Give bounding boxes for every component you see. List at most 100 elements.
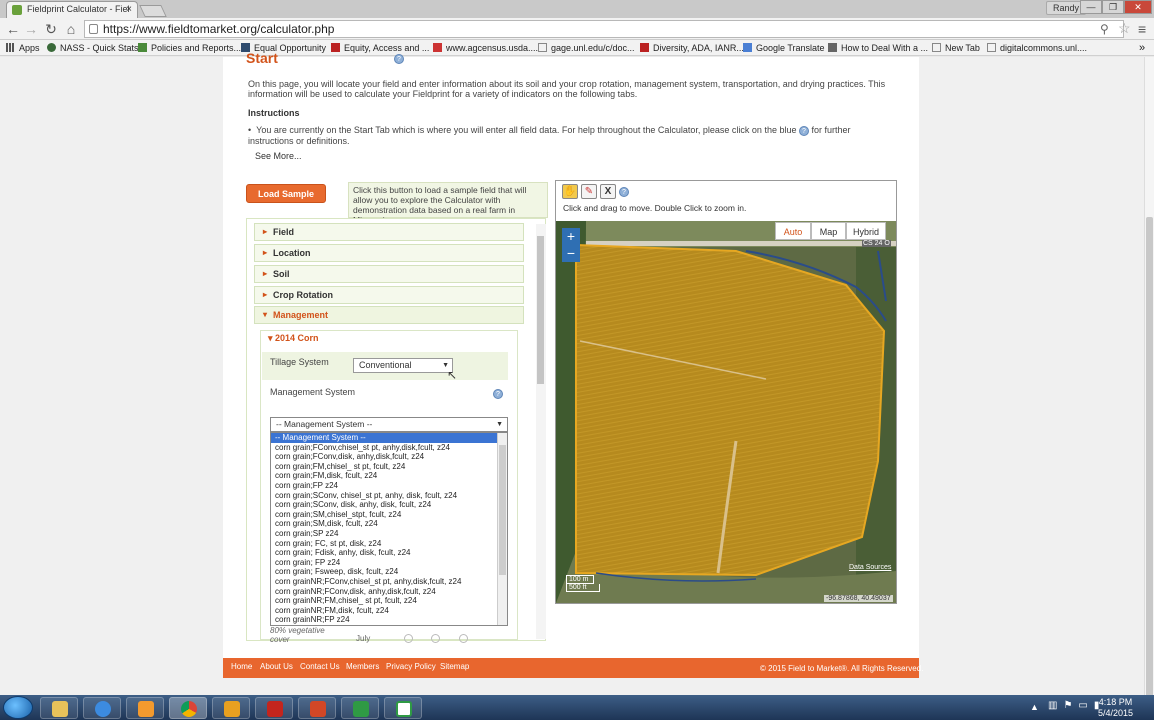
option-item[interactable]: corn grainNR;FM,disk, fcult, z24	[271, 606, 507, 616]
map-type-hybrid[interactable]: Hybrid	[846, 222, 886, 240]
section-soil[interactable]: ▸ Soil	[254, 265, 524, 283]
tillage-select[interactable]: Conventional ▼	[353, 358, 453, 373]
footer-link-privacy[interactable]: Privacy Policy	[386, 662, 436, 671]
footer-link-contact[interactable]: Contact Us	[300, 662, 340, 671]
option-item[interactable]: corn grainNR;FConv,chisel_st pt, anhy,di…	[271, 577, 507, 587]
management-options-list[interactable]: -- Management System -- corn grain;FConv,…	[270, 432, 508, 626]
browser-tab[interactable]: Fieldprint Calculator - Fiel ×	[6, 1, 138, 18]
option-item[interactable]: corn grain; Fsweep, disk, fcult, z24	[271, 567, 507, 577]
tray-expand-icon[interactable]: ▲	[1030, 702, 1039, 712]
map-imagery[interactable]	[556, 221, 896, 603]
option-item[interactable]: corn grain;FM,chisel_ st pt, fcult, z24	[271, 462, 507, 472]
option-item[interactable]: corn grain;SM,disk, fcult, z24	[271, 519, 507, 529]
options-scrollbar[interactable]	[497, 433, 507, 625]
option-item[interactable]: corn grain;FM,disk, fcult, z24	[271, 471, 507, 481]
bookmark-icon	[331, 43, 340, 52]
section-field[interactable]: ▸ Field	[254, 223, 524, 241]
bookmark-item[interactable]: digitalcommons.unl....	[987, 42, 1087, 54]
acrobat-taskbar-button[interactable]	[255, 697, 293, 719]
option-item[interactable]: corn grain;FP z24	[271, 481, 507, 491]
radio-option[interactable]	[431, 634, 440, 643]
bookmark-item[interactable]: Diversity, ADA, IANR...	[640, 42, 744, 54]
bookmark-star-icon[interactable]: ☆	[1118, 20, 1131, 37]
start-button[interactable]	[3, 696, 33, 719]
help-icon[interactable]: ?	[493, 389, 503, 399]
scrollbar-thumb[interactable]	[537, 236, 544, 384]
section-crop-rotation[interactable]: ▸ Crop Rotation	[254, 286, 524, 304]
bookmark-item[interactable]: Google Translate	[743, 42, 825, 54]
option-item[interactable]: corn grain;SP z24	[271, 529, 507, 539]
explorer-taskbar-button[interactable]	[40, 697, 78, 719]
help-icon[interactable]: ?	[394, 54, 404, 64]
zoom-in-button[interactable]: +	[562, 228, 580, 246]
radio-option[interactable]	[459, 634, 468, 643]
forward-icon[interactable]: →	[22, 22, 40, 36]
option-item[interactable]: -- Management System --	[271, 433, 507, 443]
footer-link-about[interactable]: About Us	[260, 662, 293, 671]
option-item[interactable]: corn grain;FConv,chisel_st pt, anhy,disk…	[271, 443, 507, 453]
road-label: CS 24 O	[862, 240, 891, 247]
help-icon[interactable]: ?	[619, 187, 629, 197]
option-item[interactable]: corn grain; FP z24	[271, 558, 507, 568]
scrollbar-thumb[interactable]	[499, 445, 506, 575]
reload-icon[interactable]: ↻	[42, 22, 60, 36]
footer-link-members[interactable]: Members	[346, 662, 379, 671]
maximize-button[interactable]: ❐	[1102, 0, 1124, 14]
draw-polygon-icon[interactable]: ✎	[581, 184, 597, 199]
option-item[interactable]: corn grain;FConv,disk, anhy,disk,fcult, …	[271, 452, 507, 462]
option-item[interactable]: corn grainNR;FM,chisel_ st pt, fcult, z2…	[271, 596, 507, 606]
zoom-out-button[interactable]: −	[562, 246, 580, 262]
clear-x-button[interactable]: X	[600, 184, 616, 199]
pan-hand-icon[interactable]: ✋	[562, 184, 578, 199]
home-icon[interactable]: ⌂	[62, 22, 80, 36]
bookmark-item[interactable]: Equity, Access and ...	[331, 42, 429, 54]
data-sources-link[interactable]: Data Sources	[849, 564, 891, 571]
bookmark-apps[interactable]: Apps	[6, 42, 40, 54]
menu-icon[interactable]: ≡	[1138, 21, 1146, 37]
bookmark-item[interactable]: www.agcensus.usda....	[433, 42, 538, 54]
map-type-map[interactable]: Map	[811, 222, 846, 240]
outlook-taskbar-button[interactable]	[212, 697, 250, 719]
back-icon[interactable]: ←	[4, 22, 22, 36]
more-bookmarks-icon[interactable]: »	[1139, 42, 1145, 54]
option-item[interactable]: corn grain; Fdisk, anhy, disk, fcult, z2…	[271, 548, 507, 558]
minimize-button[interactable]: —	[1080, 0, 1102, 14]
accordion-scrollbar[interactable]	[536, 224, 546, 639]
media-taskbar-button[interactable]	[126, 697, 164, 719]
recorder-taskbar-button[interactable]	[384, 697, 422, 719]
address-bar[interactable]: https://www.fieldtomarket.org/calculator…	[84, 20, 1124, 38]
footer-link-home[interactable]: Home	[231, 662, 252, 671]
option-item[interactable]: corn grainNR;FConv,disk, anhy,disk,fcult…	[271, 587, 507, 597]
taskbar-clock[interactable]: 4:18 PM 5/4/2015	[1098, 697, 1133, 719]
close-tab-icon[interactable]: ×	[126, 2, 132, 17]
see-more-link[interactable]: See More...	[255, 151, 302, 161]
section-management[interactable]: ▾ Management	[254, 306, 524, 324]
bookmark-item[interactable]: NASS - Quick Stats	[47, 42, 139, 54]
option-item[interactable]: corn grain;SConv, chisel_st pt, anhy, di…	[271, 491, 507, 501]
load-sample-field-button[interactable]: Load Sample Field	[246, 184, 326, 218]
close-window-button[interactable]: ✕	[1124, 0, 1152, 14]
bookmark-item[interactable]: How to Deal With a ...	[828, 42, 928, 54]
help-icon[interactable]: ?	[798, 126, 809, 136]
management-select[interactable]: -- Management System -- ▼	[270, 417, 508, 432]
powerpoint-taskbar-button[interactable]	[298, 697, 336, 719]
footer-link-sitemap[interactable]: Sitemap	[440, 662, 469, 671]
search-icon[interactable]: ⚲	[1100, 22, 1109, 36]
option-item[interactable]: corn grain; FC, st pt, disk, z24	[271, 539, 507, 549]
map-type-auto[interactable]: Auto	[775, 222, 811, 240]
option-item[interactable]: corn grainNR;FP z24	[271, 615, 507, 625]
radio-option[interactable]	[404, 634, 413, 643]
satellite-map[interactable]	[556, 221, 896, 603]
crop-year-heading[interactable]: ▾ 2014 Corn	[268, 333, 319, 344]
scrollbar-thumb[interactable]	[1146, 217, 1153, 717]
bookmark-item[interactable]: gage.unl.edu/c/doc...	[538, 42, 635, 54]
bookmark-item[interactable]: New Tab	[932, 42, 980, 54]
camtasia-taskbar-button[interactable]	[341, 697, 379, 719]
option-item[interactable]: corn grain;SConv, disk, anhy, disk, fcul…	[271, 500, 507, 510]
page-scrollbar[interactable]	[1144, 57, 1154, 717]
chrome-taskbar-button[interactable]	[169, 697, 207, 719]
option-item[interactable]: corn grain;SM,chisel_stpt, fcult, z24	[271, 510, 507, 520]
ie-taskbar-button[interactable]	[83, 697, 121, 719]
bookmark-item[interactable]: Policies and Reports...	[138, 42, 241, 54]
section-location[interactable]: ▸ Location	[254, 244, 524, 262]
